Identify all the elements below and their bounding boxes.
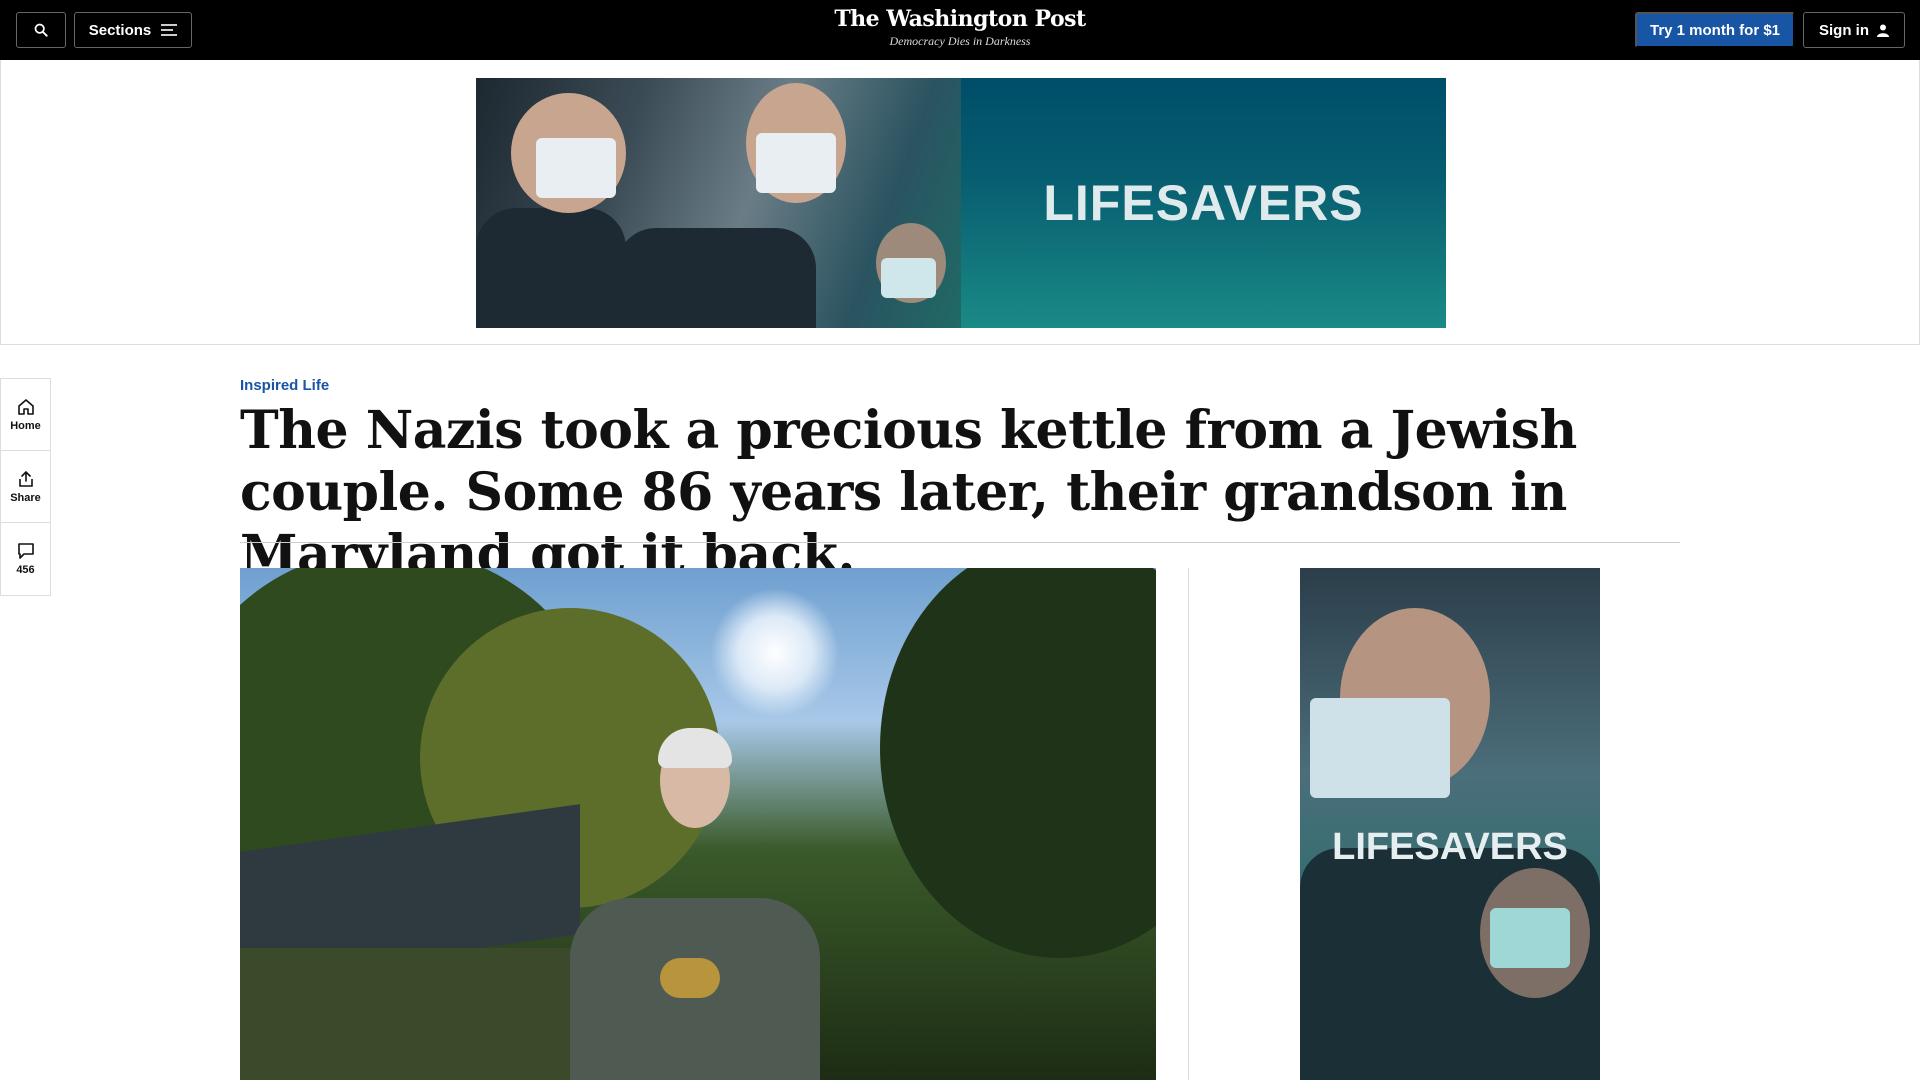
side-ad[interactable]: LIFESAVERS bbox=[1300, 568, 1600, 1080]
menu-icon bbox=[161, 24, 178, 36]
article-headline: The Nazis took a precious kettle from a … bbox=[240, 400, 1577, 585]
search-icon bbox=[34, 23, 48, 37]
search-button[interactable] bbox=[16, 12, 66, 48]
sections-button[interactable]: Sections bbox=[74, 12, 192, 48]
rail-home-button[interactable]: Home bbox=[1, 379, 50, 451]
sections-label: Sections bbox=[88, 21, 152, 39]
photo-sun-flare bbox=[710, 588, 840, 718]
ad-person-mask bbox=[881, 258, 936, 298]
share-icon bbox=[18, 470, 33, 487]
sign-in-button[interactable]: Sign in bbox=[1803, 12, 1905, 48]
photo-ground bbox=[240, 948, 600, 1080]
article-utility-rail: Home Share 456 bbox=[0, 378, 51, 596]
article-kicker[interactable]: Inspired Life bbox=[240, 377, 329, 394]
user-icon bbox=[1877, 24, 1889, 37]
site-logo[interactable]: The Washington Post Democracy Dies in Da… bbox=[760, 6, 1160, 49]
rail-share-button[interactable]: Share bbox=[1, 451, 50, 523]
top-ad-slot: LIFESAVERS bbox=[0, 60, 1920, 345]
headline-divider bbox=[240, 542, 1680, 543]
logo-name: The Washington Post bbox=[834, 6, 1086, 32]
home-icon bbox=[17, 398, 34, 415]
top-nav: Sections The Washington Post Democracy D… bbox=[0, 0, 1920, 60]
column-divider bbox=[1188, 568, 1189, 1080]
photo-tree bbox=[880, 568, 1156, 958]
ad-headline: LIFESAVERS bbox=[1043, 175, 1364, 231]
comment-icon bbox=[17, 543, 34, 559]
sign-in-label: Sign in bbox=[1819, 21, 1869, 39]
rail-share-label: Share bbox=[10, 491, 41, 504]
ad-text-panel: LIFESAVERS bbox=[961, 78, 1446, 328]
rail-comments-count: 456 bbox=[16, 564, 35, 576]
photo-kettle bbox=[660, 958, 720, 998]
top-ad-banner[interactable]: LIFESAVERS bbox=[476, 78, 1446, 328]
rail-home-label: Home bbox=[10, 419, 41, 432]
side-ad-person-mask bbox=[1310, 698, 1450, 798]
lead-photo[interactable] bbox=[240, 568, 1156, 1080]
ad-photo bbox=[476, 78, 961, 328]
photo-man-hair bbox=[658, 728, 732, 768]
ad-person-shirt bbox=[616, 228, 816, 328]
ad-person-shirt bbox=[476, 208, 626, 328]
subscribe-button[interactable]: Try 1 month for $1 bbox=[1635, 12, 1795, 48]
side-ad-headline: LIFESAVERS bbox=[1332, 826, 1568, 868]
logo-tagline: Democracy Dies in Darkness bbox=[889, 34, 1031, 48]
ad-person-mask bbox=[756, 133, 836, 193]
side-ad-person-mask bbox=[1490, 908, 1570, 968]
ad-person-mask bbox=[536, 138, 616, 198]
rail-comments-button[interactable]: 456 bbox=[1, 523, 50, 595]
